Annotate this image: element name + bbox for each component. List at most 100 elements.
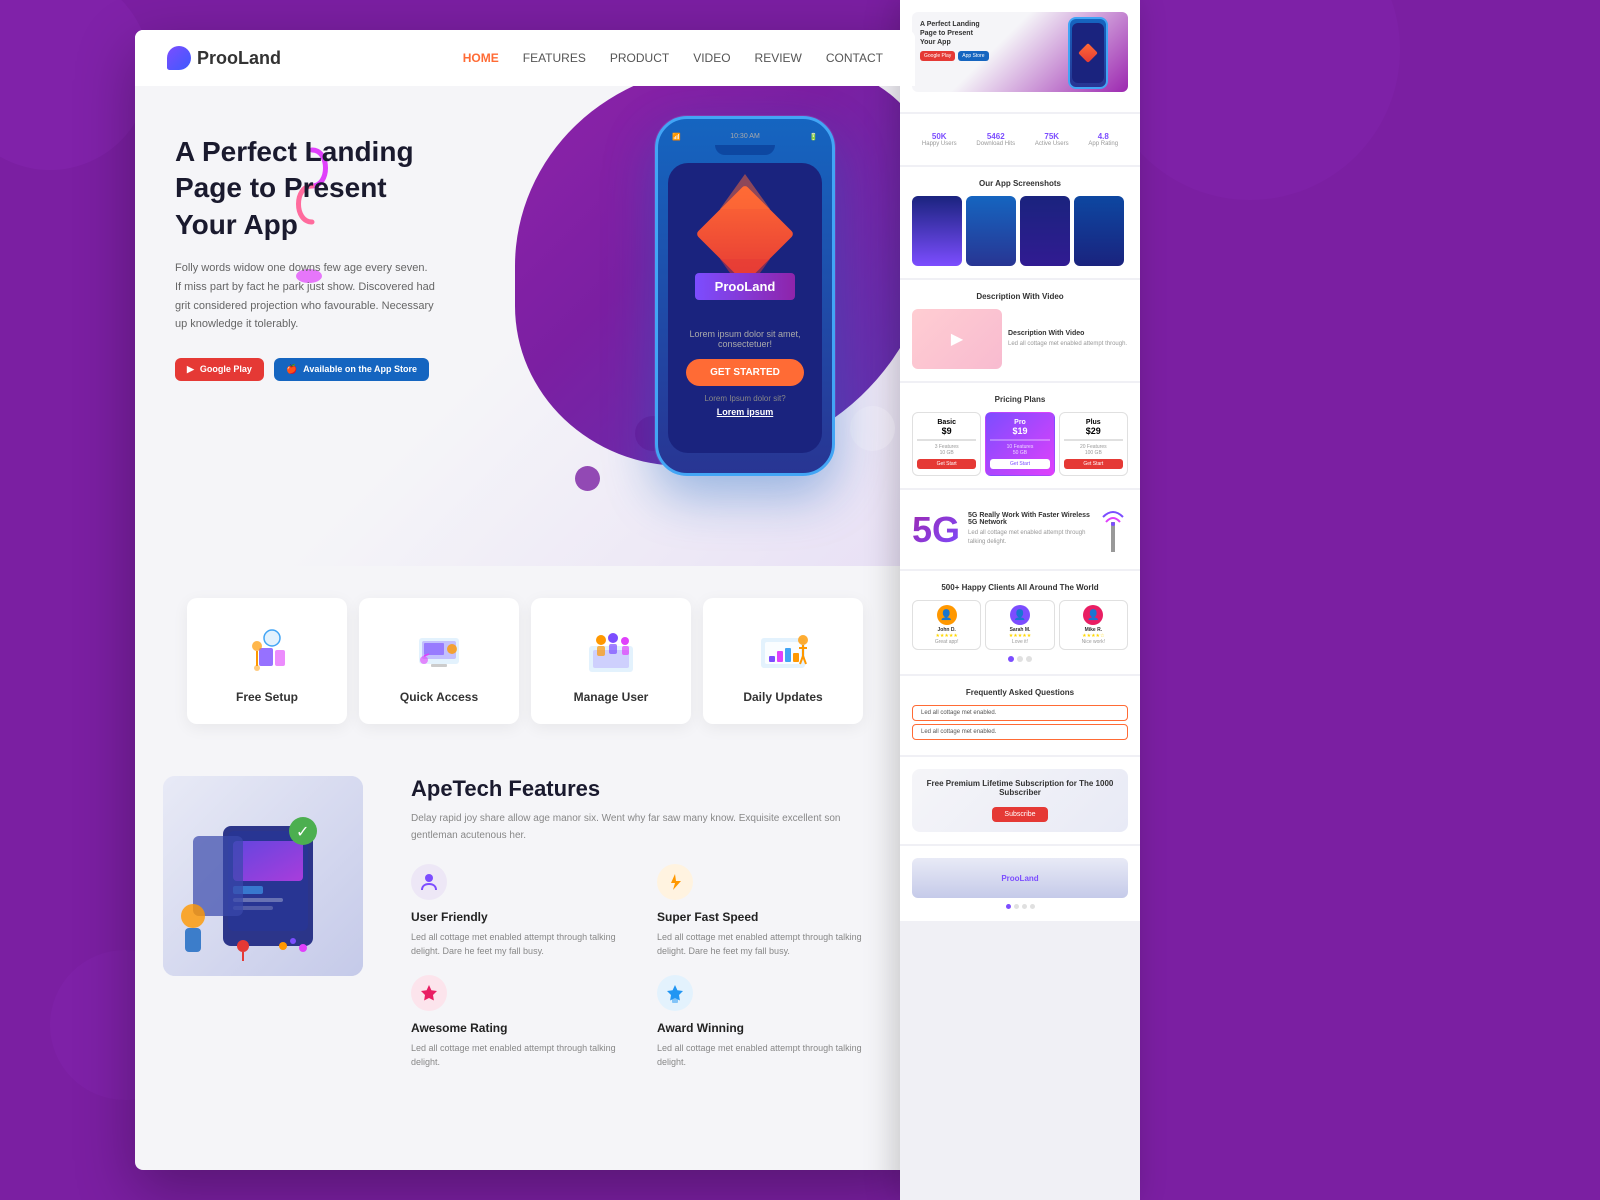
nav-features-link[interactable]: FEATURES	[523, 51, 586, 65]
sp-testimonial-3: 👤 Mike R. ★★★★☆ Nice work!	[1059, 600, 1128, 650]
sp-footer-dots	[912, 904, 1128, 909]
phone-time: 10:30 AM	[730, 133, 760, 141]
sp-stat-rating: 4.8 App Rating	[1088, 132, 1118, 147]
apetech-title: ApeTech Features	[411, 776, 887, 802]
sp-stat-rating-num: 4.8	[1088, 132, 1118, 141]
sp-video-row: ▶ Description With Video Led all cottage…	[912, 309, 1128, 369]
apetech-illustration-box: ✓	[163, 776, 363, 976]
feature-card-manage-user: Manage User	[531, 598, 691, 724]
sp-plus-btn[interactable]: Get Start	[1064, 459, 1123, 469]
sp-plan-basic: Basic $9 3 Features10 GB Get Start	[912, 412, 981, 476]
sp-stat-rating-label: App Rating	[1088, 141, 1118, 147]
nav-video[interactable]: VIDEO	[693, 49, 730, 67]
nav-home-link[interactable]: HOME	[463, 51, 499, 65]
quick-access-icon-wrapper	[409, 618, 469, 678]
free-setup-icon-wrapper	[237, 618, 297, 678]
phone-battery: 🔋	[809, 133, 818, 141]
svg-text:✓: ✓	[296, 824, 309, 841]
sp-cta-button[interactable]: Subscribe	[992, 807, 1047, 822]
manage-user-illustration	[581, 618, 641, 678]
feature-cards-row: Free Setup Quick Access	[163, 598, 887, 724]
sp-divider	[917, 439, 976, 441]
phone-mockup: 📶 10:30 AM 🔋 ProoLand	[655, 116, 855, 476]
phone-tagline: Lorem ipsum dolor sit amet, consectetuer…	[668, 329, 822, 349]
phone-link[interactable]: Lorem ipsum	[717, 407, 774, 417]
nav-contact[interactable]: CONTACT	[826, 49, 883, 67]
sp-apple-btn: App Store	[958, 51, 988, 61]
hero-content: A Perfect Landing Page to Present Your A…	[135, 86, 475, 413]
phone-outer: 📶 10:30 AM 🔋 ProoLand	[655, 116, 835, 476]
sp-video-subtitle: Description With Video	[1008, 330, 1127, 337]
daily-updates-icon-wrapper	[753, 618, 813, 678]
sp-basic-btn[interactable]: Get Start	[917, 459, 976, 469]
google-play-button[interactable]: ▶ Google Play	[175, 358, 264, 381]
daily-updates-illustration	[753, 618, 813, 678]
apetech-section: ✓ ApeTech Features Delay rapid joy share…	[135, 748, 915, 1098]
deco-circle-4	[850, 406, 895, 451]
awesome-rating-desc: Led all cottage met enabled attempt thro…	[411, 1041, 641, 1070]
hero-description: Folly words widow one downs few age ever…	[175, 259, 435, 334]
sp-divider-2	[990, 439, 1049, 441]
sp-pricing-title: Pricing Plans	[912, 395, 1128, 404]
sp-basic-features: 3 Features10 GB	[917, 444, 976, 456]
feature-card-free-setup: Free Setup	[187, 598, 347, 724]
phone-sub-text: Lorem Ipsum dolor sit?	[704, 394, 785, 403]
sp-footer-logo: ProoLand	[1001, 874, 1038, 883]
main-page: ProoLand HOME FEATURES PRODUCT VIDEO REV…	[135, 30, 915, 1170]
phone-brand-label: ProoLand	[695, 273, 796, 300]
free-setup-illustration	[237, 618, 297, 678]
sp-stat-users-num: 50K	[922, 132, 957, 141]
sp-divider-3	[1064, 439, 1123, 441]
nav-features[interactable]: FEATURES	[523, 49, 586, 67]
sp-stat-downloads-label: Download Hits	[976, 141, 1015, 147]
sp-5g-illustration	[1098, 502, 1128, 557]
sp-review-3: Nice work!	[1064, 639, 1123, 645]
manage-user-label: Manage User	[547, 690, 675, 704]
super-fast-icon	[657, 864, 693, 900]
nav-review-link[interactable]: REVIEW	[755, 51, 802, 65]
logo[interactable]: ProoLand	[167, 46, 281, 70]
nav-review[interactable]: REVIEW	[755, 49, 802, 67]
sp-play-icon: ▶	[951, 329, 963, 349]
sp-testimonials-title: 500+ Happy Clients All Around The World	[912, 583, 1128, 592]
sp-screenshots-section: Our App Screenshots	[900, 167, 1140, 278]
sp-cta-box: Free Premium Lifetime Subscription for T…	[912, 769, 1128, 832]
nav-product-link[interactable]: PRODUCT	[610, 51, 669, 65]
apetech-illustration: ✓	[163, 776, 383, 1070]
apetech-content: ApeTech Features Delay rapid joy share a…	[411, 776, 887, 1070]
app-store-button[interactable]: 🍎 Available on the App Store	[274, 358, 429, 381]
sp-avatar-3: 👤	[1083, 605, 1103, 625]
feature-card-daily-updates: Daily Updates	[703, 598, 863, 724]
sp-footer-dot-2	[1022, 904, 1027, 909]
sp-footer-preview: ProoLand	[912, 858, 1128, 898]
awesome-rating-title: Awesome Rating	[411, 1021, 641, 1035]
sp-pro-features: 10 Features50 GB	[990, 444, 1049, 456]
nav-product[interactable]: PRODUCT	[610, 49, 669, 67]
triangle-top	[720, 174, 770, 209]
sp-video-title: Description With Video	[912, 292, 1128, 301]
user-friendly-title: User Friendly	[411, 910, 641, 924]
sp-stat-active-label: Active Users	[1035, 141, 1069, 147]
hero-title: A Perfect Landing Page to Present Your A…	[175, 134, 435, 243]
isometric-illustration: ✓	[163, 776, 363, 976]
google-play-icon: ▶	[187, 364, 194, 375]
super-fast-desc: Led all cottage met enabled attempt thro…	[657, 930, 887, 959]
sp-stat-active: 75K Active Users	[1035, 132, 1069, 147]
nav-contact-link[interactable]: CONTACT	[826, 51, 883, 65]
sp-5g-section: 5G 5G Really Work With Faster Wireless 5…	[900, 490, 1140, 569]
manage-user-icon-wrapper	[581, 618, 641, 678]
sp-hero-title-preview: A Perfect LandingPage to PresentYour App	[920, 20, 989, 47]
phone-cta-button[interactable]: GET STARTED	[686, 359, 804, 386]
sp-5g-box: 5G 5G Really Work With Faster Wireless 5…	[912, 502, 1128, 557]
nav-video-link[interactable]: VIDEO	[693, 51, 730, 65]
sp-5g-label: 5G	[912, 509, 960, 551]
sp-faq-2: Led all cottage met enabled.	[912, 724, 1128, 740]
sp-stat-users: 50K Happy Users	[922, 132, 957, 147]
nav-home[interactable]: HOME	[463, 49, 499, 67]
sp-pricing-row: Basic $9 3 Features10 GB Get Start Pro $…	[912, 412, 1128, 476]
sp-diamond-preview	[1078, 43, 1098, 63]
user-friendly-icon	[411, 864, 447, 900]
sp-stats-section: 50K Happy Users 5462 Download Hits 75K A…	[900, 114, 1140, 165]
phone-screen: ProoLand Lorem ipsum dolor sit amet, con…	[668, 163, 822, 453]
sp-pro-btn[interactable]: Get Start	[990, 459, 1049, 469]
